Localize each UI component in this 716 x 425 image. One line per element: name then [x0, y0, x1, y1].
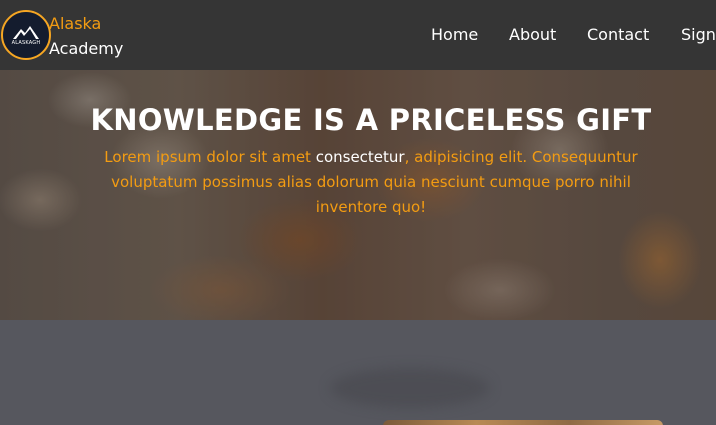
hero-banner: KNOWLEDGE IS A PRICELESS GIFT Lorem ipsu… — [0, 70, 716, 320]
decorative-shadow — [330, 368, 490, 408]
hero-description-highlight: consectetur — [315, 148, 405, 166]
nav-home-link[interactable]: Home — [431, 25, 478, 45]
hero-description-part1: Lorem ipsum dolor sit amet — [104, 148, 316, 166]
brand-name-line2[interactable]: Academy — [49, 39, 123, 59]
navbar: ALASKAGH Alaska Academy Home About Conta… — [0, 0, 716, 70]
nav-about-link[interactable]: About — [509, 25, 556, 45]
brand-name-line1[interactable]: Alaska — [49, 14, 101, 34]
nav-contact-link[interactable]: Contact — [587, 25, 649, 45]
content-section — [0, 320, 716, 425]
feature-image-card — [383, 420, 663, 425]
hero-description: Lorem ipsum dolor sit amet consectetur, … — [80, 145, 662, 220]
mountain-icon — [13, 26, 39, 39]
nav-signin-link[interactable]: Sign — [681, 25, 716, 45]
logo-text: ALASKAGH — [11, 40, 41, 46]
logo[interactable]: ALASKAGH — [1, 10, 51, 60]
hero-title: KNOWLEDGE IS A PRICELESS GIFT — [90, 103, 652, 137]
